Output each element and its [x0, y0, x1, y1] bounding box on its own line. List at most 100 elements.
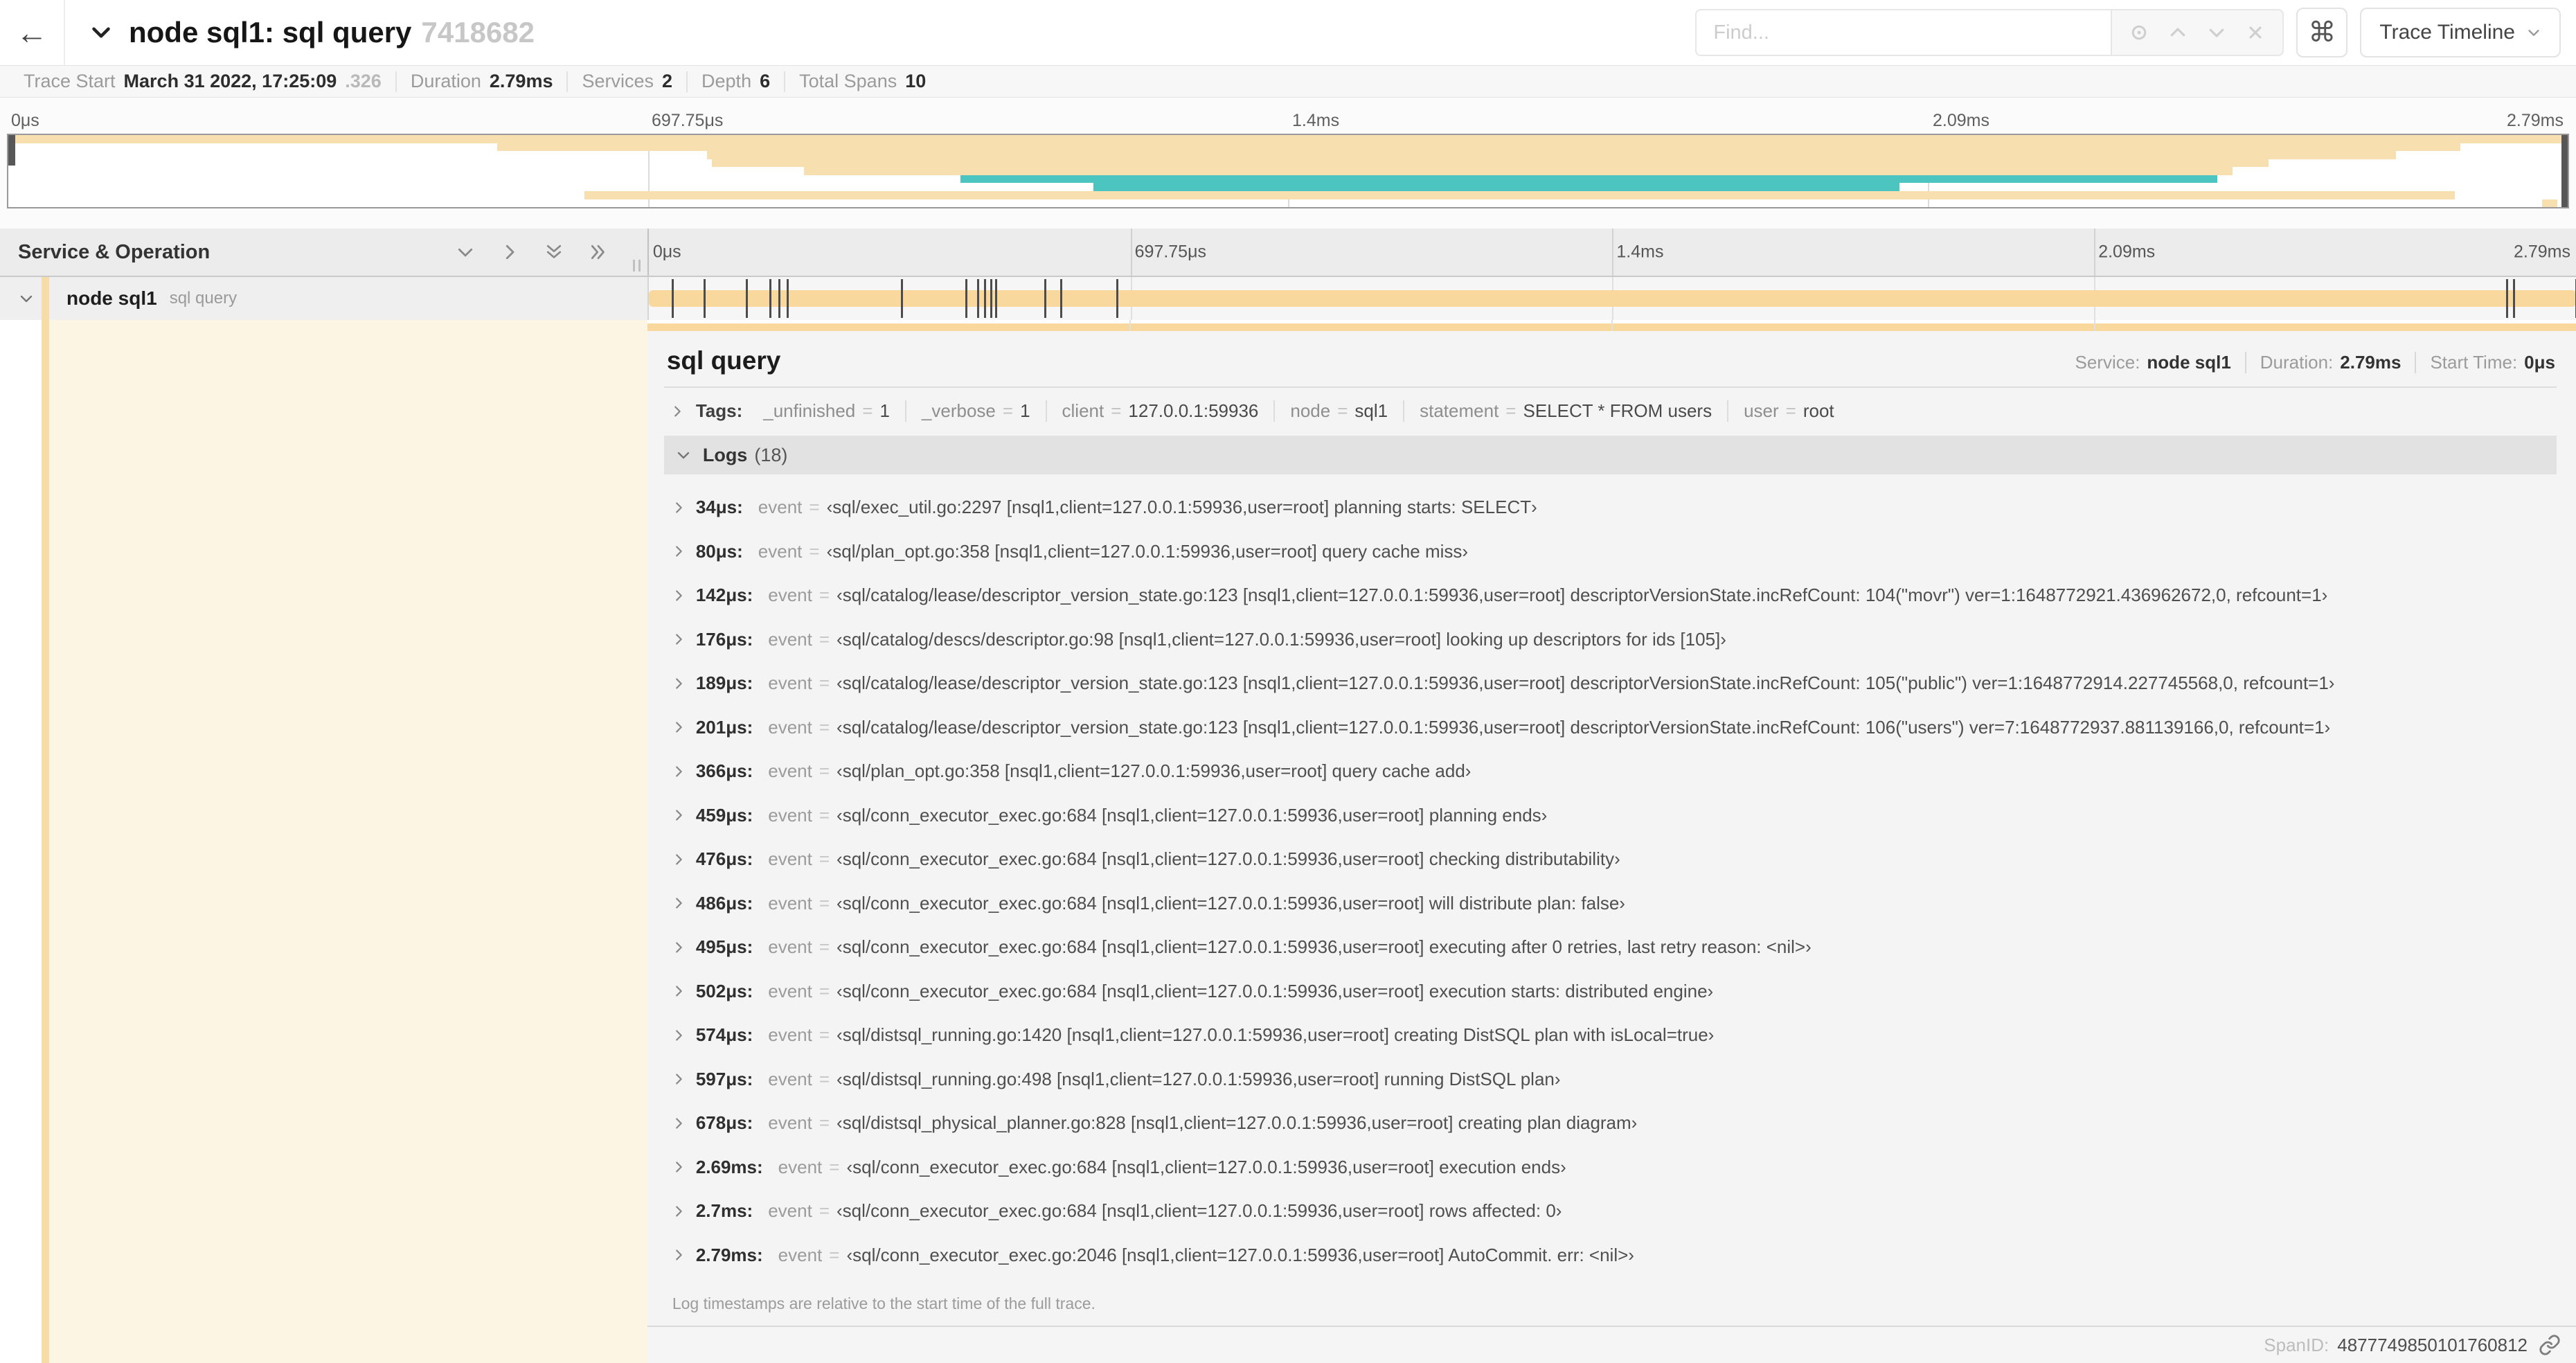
log-chevron-right-icon[interactable] [671, 676, 686, 691]
log-chevron-right-icon[interactable] [671, 808, 686, 823]
log-marker-tick[interactable] [994, 279, 997, 318]
log-chevron-right-icon[interactable] [671, 1159, 686, 1175]
log-marker-tick[interactable] [2506, 279, 2509, 318]
log-field-value: ‹sql/catalog/lease/descriptor_version_st… [837, 716, 2331, 738]
keyboard-shortcuts-button[interactable]: ⌘ [2296, 8, 2348, 57]
log-field-value: ‹sql/catalog/lease/descriptor_version_st… [837, 585, 2328, 606]
minimap-left-scrubber-handle[interactable] [8, 135, 15, 166]
log-chevron-right-icon[interactable] [671, 983, 686, 999]
minimap-canvas[interactable] [7, 134, 2569, 208]
log-marker-tick[interactable] [976, 279, 979, 318]
span-collapse-chevron-down-icon[interactable] [18, 290, 35, 307]
focus-target-icon[interactable] [2123, 17, 2155, 48]
log-equals: = [819, 1068, 830, 1089]
expand-all-double-chevron-right-icon[interactable] [587, 240, 610, 264]
log-row[interactable]: 502μs: event = ‹sql/conn_executor_exec.go:6… [671, 970, 2557, 1014]
service-operation-title: Service & Operation [18, 240, 211, 263]
detail-left-fill [49, 320, 647, 1363]
log-field-value: ‹sql/catalog/lease/descriptor_version_st… [837, 672, 2335, 694]
log-marker-tick[interactable] [1116, 279, 1119, 318]
ruler-tick-label: 697.75μs [1134, 242, 1206, 262]
collapse-all-double-chevron-down-icon[interactable] [542, 240, 566, 264]
log-row[interactable]: 34μs: event = ‹sql/exec_util.go:2297 [nsql1… [671, 485, 2557, 530]
log-equals: = [819, 980, 830, 1001]
span-row[interactable]: node sql1 sql query [0, 277, 2576, 320]
log-chevron-right-icon[interactable] [671, 500, 686, 515]
log-field-key: event [768, 1112, 812, 1134]
log-chevron-right-icon[interactable] [671, 940, 686, 955]
log-row[interactable]: 678μs: event = ‹sql/distsql_physical_planne… [671, 1101, 2557, 1146]
span-row-name-cell[interactable]: node sql1 sql query [0, 277, 647, 320]
next-match-chevron-down-icon[interactable] [2201, 17, 2233, 48]
log-chevron-right-icon[interactable] [671, 764, 686, 779]
minimap-span-bar [804, 167, 2233, 175]
log-chevron-right-icon[interactable] [671, 1247, 686, 1263]
minimap-span-bar [2542, 199, 2558, 207]
span-duration-bar[interactable] [648, 290, 2576, 307]
trace-view-selector[interactable]: Trace Timeline [2360, 8, 2561, 57]
log-row[interactable]: 80μs: event = ‹sql/plan_opt.go:358 [nsql1,c… [671, 530, 2557, 574]
log-row[interactable]: 2.79ms: event = ‹sql/conn_executor_exec.go:… [671, 1233, 2557, 1278]
log-row[interactable]: 597μs: event = ‹sql/distsql_running.go:498 … [671, 1058, 2557, 1102]
log-chevron-right-icon[interactable] [671, 1028, 686, 1043]
log-field-value: ‹sql/conn_executor_exec.go:684 [nsql1,cl… [837, 804, 1548, 826]
span-detail-title: sql query [666, 346, 781, 375]
log-marker-tick[interactable] [787, 279, 789, 318]
log-row[interactable]: 2.69ms: event = ‹sql/conn_executor_exec.go:… [671, 1146, 2557, 1190]
log-chevron-right-icon[interactable] [671, 1071, 686, 1087]
log-marker-tick[interactable] [671, 279, 674, 318]
log-row[interactable]: 574μs: event = ‹sql/distsql_running.go:1420… [671, 1013, 2557, 1058]
prev-match-chevron-up-icon[interactable] [2162, 17, 2194, 48]
expand-one-chevron-right-icon[interactable] [498, 240, 521, 264]
span-row-bar-cell[interactable] [647, 277, 2576, 320]
log-marker-tick[interactable] [769, 279, 772, 318]
log-chevron-right-icon[interactable] [671, 544, 686, 559]
log-row[interactable]: 142μs: event = ‹sql/catalog/lease/descripto… [671, 573, 2557, 618]
log-marker-tick[interactable] [1060, 279, 1063, 318]
log-row[interactable]: 486μs: event = ‹sql/conn_executor_exec.go:6… [671, 882, 2557, 926]
log-marker-tick[interactable] [746, 279, 749, 318]
log-row[interactable]: 201μs: event = ‹sql/catalog/lease/descripto… [671, 706, 2557, 750]
log-row[interactable]: 189μs: event = ‹sql/catalog/lease/descripto… [671, 661, 2557, 706]
log-marker-tick[interactable] [900, 279, 903, 318]
log-marker-tick[interactable] [965, 279, 967, 318]
find-input[interactable] [1695, 9, 2111, 56]
log-chevron-right-icon[interactable] [671, 632, 686, 647]
log-field-value: ‹sql/distsql_physical_planner.go:828 [ns… [837, 1112, 1638, 1134]
log-timestamp: 189μs: [695, 672, 753, 694]
deep-link-icon[interactable] [2539, 1334, 2561, 1356]
log-marker-tick[interactable] [703, 279, 706, 318]
log-marker-tick[interactable] [2513, 279, 2516, 318]
tags-chevron-right-icon[interactable] [670, 404, 685, 419]
log-row[interactable]: 476μs: event = ‹sql/conn_executor_exec.go:6… [671, 837, 2557, 882]
chevron-down-icon [2526, 25, 2541, 40]
logs-header[interactable]: Logs (18) [663, 436, 2557, 474]
log-chevron-right-icon[interactable] [671, 1116, 686, 1131]
minimap-right-scrubber-handle[interactable] [2561, 135, 2568, 207]
tree-controls [454, 240, 647, 264]
log-chevron-right-icon[interactable] [671, 896, 686, 911]
collapse-one-chevron-down-icon[interactable] [454, 240, 477, 264]
back-button[interactable]: ← [0, 0, 65, 65]
column-resize-grip[interactable] [632, 260, 641, 271]
tags-row[interactable]: Tags: _unfinished = 1 _verbose = 1 client = 127.… [664, 388, 2557, 431]
log-marker-tick[interactable] [983, 279, 986, 318]
detail-meta-item: Start Time: 0μs [2415, 352, 2555, 373]
logs-chevron-down-icon[interactable] [675, 447, 692, 463]
chevron-down-icon[interactable] [89, 20, 114, 45]
clear-search-x-icon[interactable] [2239, 17, 2271, 48]
log-field-key: event [768, 716, 812, 738]
log-chevron-right-icon[interactable] [671, 852, 686, 867]
log-chevron-right-icon[interactable] [671, 588, 686, 603]
log-row[interactable]: 366μs: event = ‹sql/plan_opt.go:358 [nsql1,… [671, 749, 2557, 794]
log-marker-tick[interactable] [778, 279, 781, 318]
log-chevron-right-icon[interactable] [671, 1204, 686, 1219]
log-row[interactable]: 176μs: event = ‹sql/catalog/descs/descripto… [671, 618, 2557, 662]
log-timestamp: 459μs: [695, 804, 753, 826]
log-marker-tick[interactable] [1044, 279, 1047, 318]
log-chevron-right-icon[interactable] [671, 720, 686, 735]
log-row[interactable]: 2.7ms: event = ‹sql/conn_executor_exec.go:6… [671, 1189, 2557, 1233]
log-row[interactable]: 459μs: event = ‹sql/conn_executor_exec.go:6… [671, 794, 2557, 838]
log-row[interactable]: 495μs: event = ‹sql/conn_executor_exec.go:6… [671, 925, 2557, 970]
log-marker-tick[interactable] [990, 279, 992, 318]
